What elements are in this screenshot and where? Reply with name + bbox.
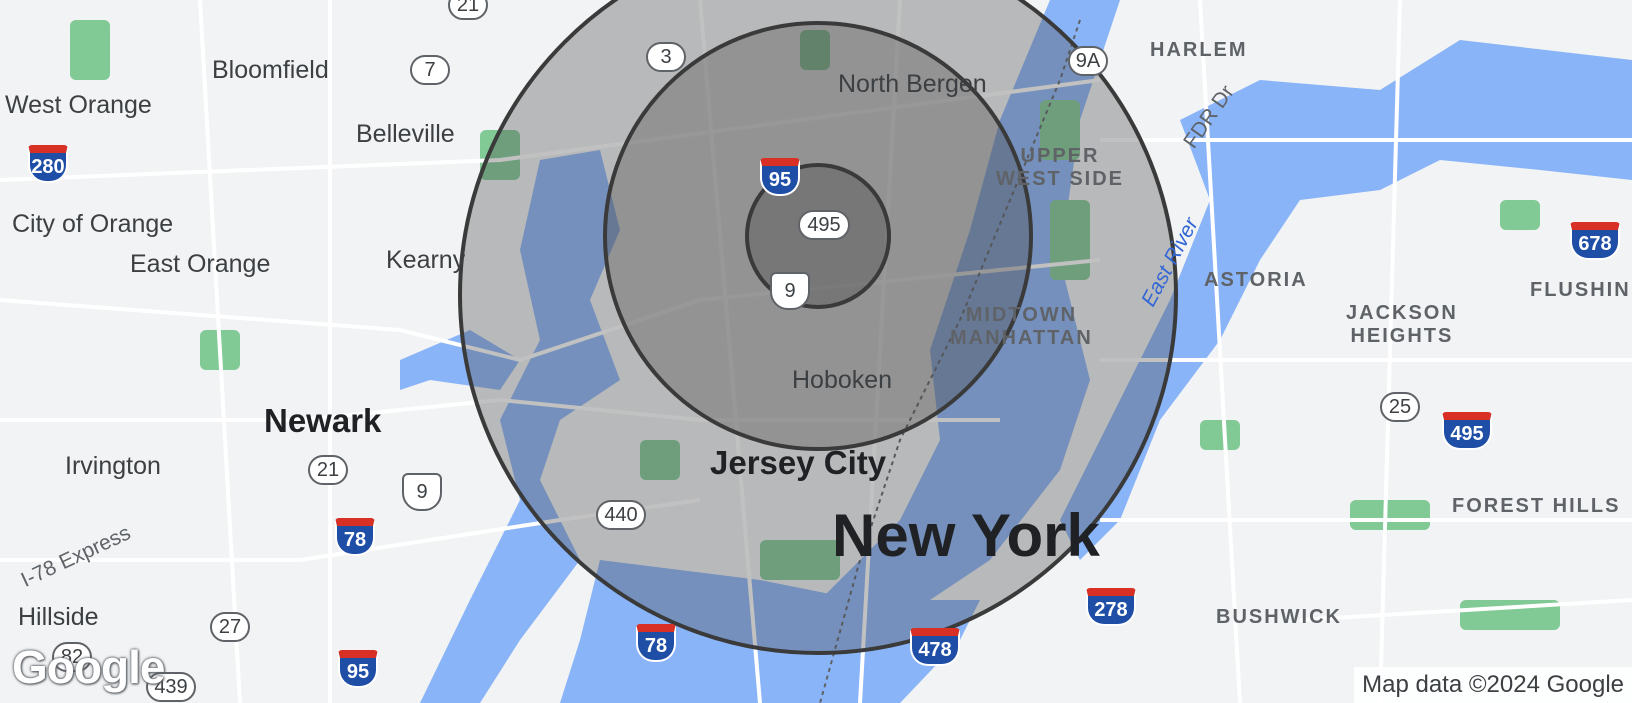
city-label-city-of-orange: City of Orange [12, 210, 174, 238]
city-label-belleville: Belleville [356, 120, 455, 148]
city-label-new-york: New York [832, 502, 1100, 569]
neighborhood-label-upper-west-side: UPPER WEST SIDE [996, 145, 1125, 190]
park [1200, 420, 1240, 450]
route-25-shield: 25 [1380, 392, 1420, 422]
neighborhood-label-midtown-manhattan: MIDTOWN MANHATTAN [950, 304, 1093, 349]
interstate-78-shield-left: 78 [335, 518, 375, 556]
city-label-east-orange: East Orange [130, 250, 271, 278]
interstate-95-shield-center: 95 [760, 158, 800, 196]
interstate-278-shield: 278 [1086, 588, 1136, 626]
neighborhood-label-forest-hills: FOREST HILLS [1452, 495, 1621, 517]
us-route-9-shield: 9 [402, 473, 442, 511]
city-label-newark: Newark [264, 402, 382, 439]
neighborhood-label-harlem: HARLEM [1150, 39, 1248, 61]
city-label-hillside: Hillside [18, 603, 99, 631]
interstate-495-shield: 495 [1442, 412, 1492, 450]
interstate-95-shield-bottom: 95 [338, 650, 378, 688]
city-label-north-bergen: North Bergen [838, 70, 987, 98]
neighborhood-label-jackson-heights: JACKSON HEIGHTS [1346, 302, 1458, 347]
route-440-shield: 440 [596, 500, 646, 530]
map-attribution[interactable]: Map data ©2024 Google [1354, 667, 1632, 703]
neighborhood-label-flushing: FLUSHIN [1530, 279, 1631, 301]
route-9a-shield: 9A [1068, 46, 1108, 76]
interstate-78-shield-mid: 78 [636, 624, 676, 662]
route-27-shield: 27 [210, 612, 250, 642]
park [70, 20, 110, 80]
neighborhood-label-bushwick: BUSHWICK [1216, 606, 1342, 628]
city-label-irvington: Irvington [65, 452, 161, 480]
route-21-shield-newark: 21 [308, 455, 348, 485]
park [1350, 500, 1430, 530]
city-label-west-orange: West Orange [5, 91, 152, 119]
route-495-shield: 495 [798, 210, 850, 240]
interstate-478-shield: 478 [910, 628, 960, 666]
map-canvas[interactable] [0, 0, 1632, 703]
us-route-9-shield-center: 9 [770, 272, 810, 310]
route-21-shield: 21 [448, 0, 488, 20]
city-label-jersey-city: Jersey City [710, 444, 887, 481]
route-3-shield: 3 [646, 42, 686, 72]
city-label-bloomfield: Bloomfield [212, 56, 329, 84]
interstate-280-shield: 280 [28, 145, 68, 183]
neighborhood-label-astoria: ASTORIA [1204, 269, 1308, 291]
interstate-678-shield: 678 [1570, 222, 1620, 260]
city-label-kearny: Kearny [386, 246, 466, 274]
route-7-shield: 7 [410, 55, 450, 85]
google-logo[interactable]: Google [12, 640, 165, 694]
park [1500, 200, 1540, 230]
city-label-hoboken: Hoboken [792, 366, 893, 394]
